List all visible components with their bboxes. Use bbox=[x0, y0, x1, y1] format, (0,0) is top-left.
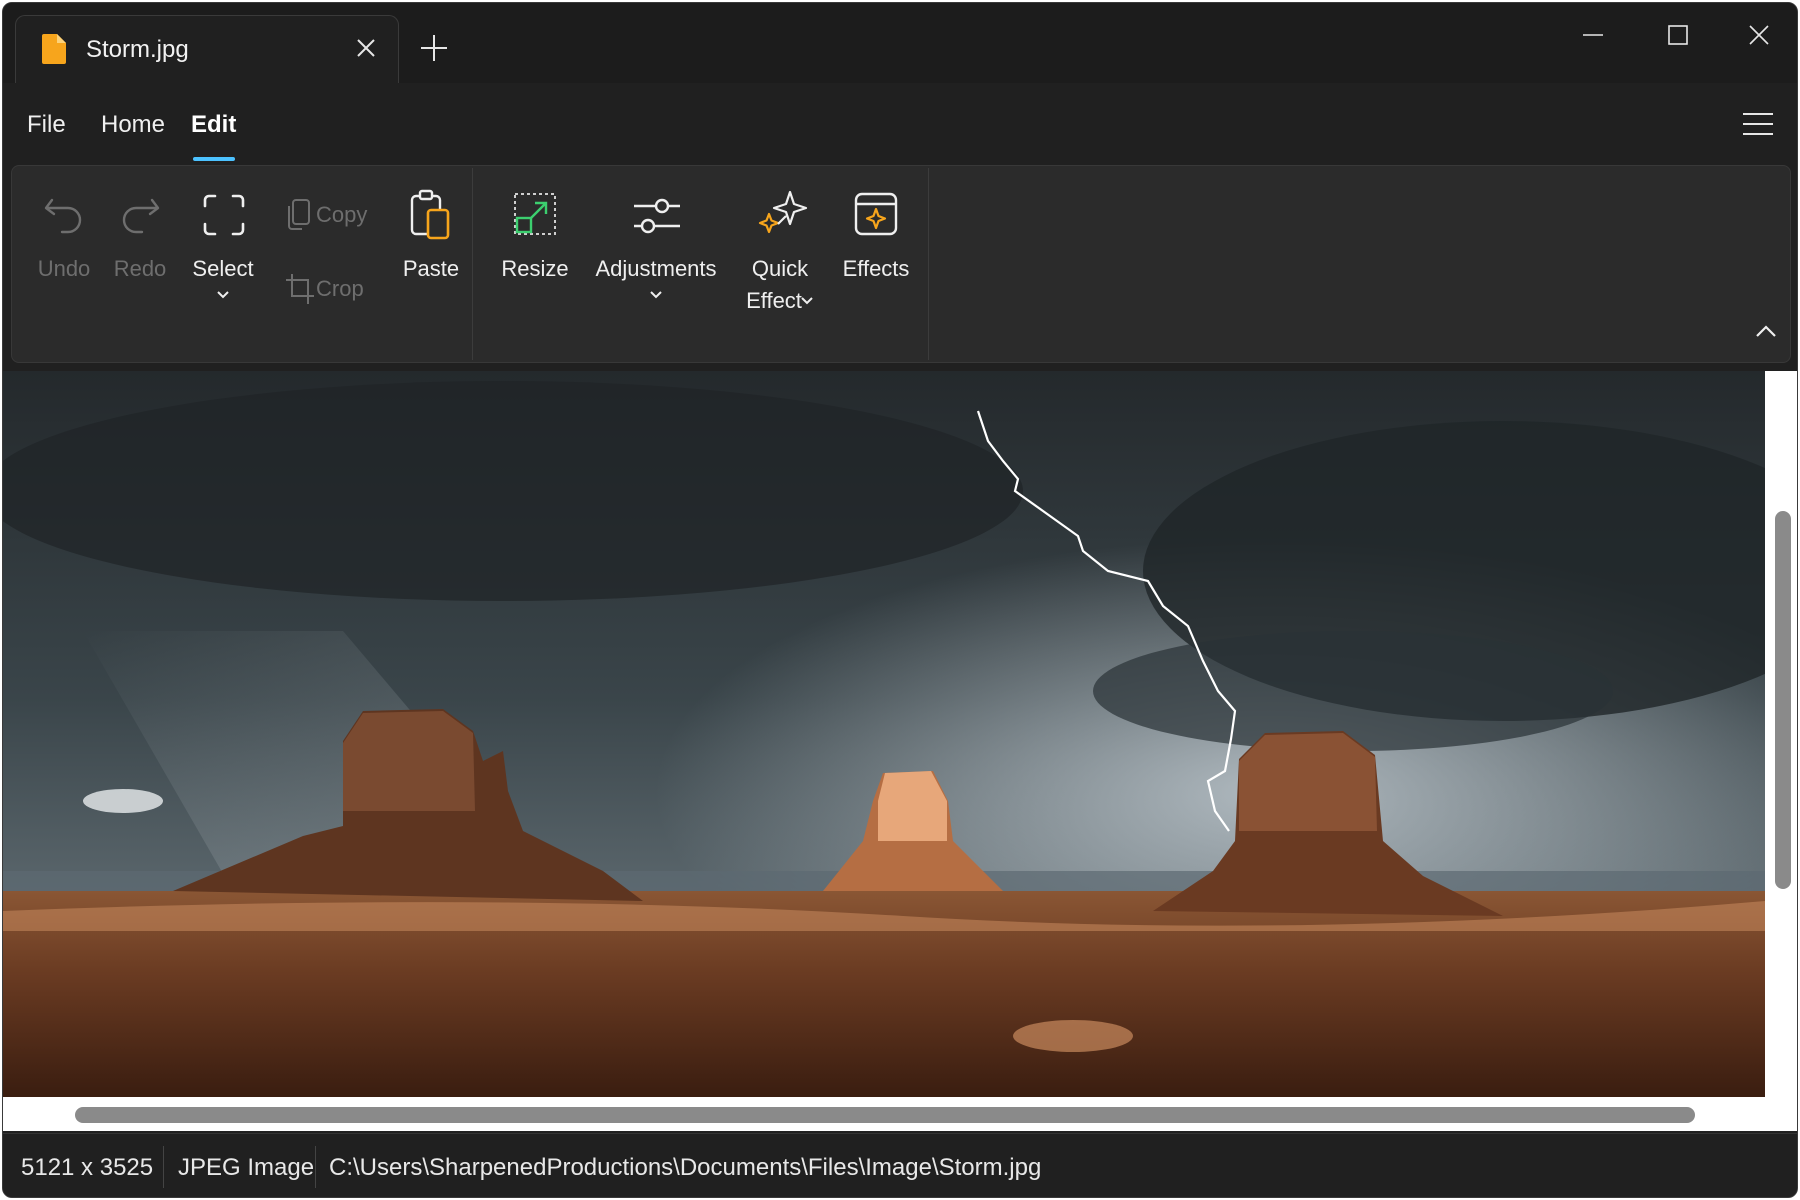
tab-title: Storm.jpg bbox=[86, 36, 189, 63]
menu-home[interactable]: Home bbox=[101, 111, 165, 139]
image-canvas[interactable] bbox=[3, 371, 1765, 1097]
crop-icon bbox=[286, 274, 314, 304]
sparkle-icon bbox=[758, 190, 808, 234]
image-type: JPEG Image bbox=[178, 1154, 315, 1181]
menu-edit[interactable]: Edit bbox=[191, 111, 236, 139]
copy-button[interactable]: Copy bbox=[274, 196, 374, 240]
adjustments-label: Adjustments bbox=[595, 256, 717, 281]
chevron-down-icon bbox=[650, 291, 662, 299]
quick-effect-label-line1: Quick bbox=[751, 256, 809, 281]
storm-landscape-photo bbox=[3, 371, 1765, 1097]
select-frame-icon bbox=[203, 194, 245, 236]
status-separator bbox=[315, 1146, 316, 1188]
chevron-down-icon bbox=[217, 291, 229, 299]
minimize-icon[interactable] bbox=[1563, 13, 1623, 57]
effects-icon bbox=[854, 192, 898, 236]
resize-button[interactable]: Resize bbox=[490, 184, 580, 294]
effects-button[interactable]: Effects bbox=[828, 184, 924, 294]
add-tab-icon[interactable] bbox=[417, 31, 451, 65]
ribbon-separator bbox=[928, 168, 929, 360]
ribbon-separator bbox=[472, 168, 473, 360]
crop-button[interactable]: Crop bbox=[274, 270, 374, 314]
active-menu-indicator bbox=[193, 157, 235, 161]
window-close-icon[interactable] bbox=[1729, 13, 1789, 57]
vertical-scrollbar-thumb[interactable] bbox=[1775, 511, 1791, 889]
select-button[interactable]: Select bbox=[178, 184, 268, 324]
undo-icon bbox=[44, 198, 82, 234]
maximize-icon[interactable] bbox=[1648, 13, 1708, 57]
adjustments-button[interactable]: Adjustments bbox=[580, 184, 732, 324]
redo-label: Redo bbox=[113, 256, 167, 281]
paste-label: Paste bbox=[402, 256, 460, 281]
file-path: C:\Users\SharpenedProductions\Documents\… bbox=[329, 1154, 1042, 1181]
undo-button[interactable]: Undo bbox=[28, 184, 100, 294]
title-bar: Storm.jpg bbox=[3, 3, 1797, 83]
menu-file[interactable]: File bbox=[27, 111, 66, 139]
resize-label: Resize bbox=[501, 256, 569, 281]
copy-label: Copy bbox=[316, 202, 368, 227]
select-label: Select bbox=[192, 256, 254, 281]
effects-label: Effects bbox=[842, 256, 910, 281]
app-window: Storm.jpg File Home Edit Undo Redo Selec… bbox=[2, 2, 1798, 1198]
menu-bar: File Home Edit bbox=[3, 83, 1797, 165]
hamburger-menu-icon[interactable] bbox=[1741, 109, 1775, 139]
chevron-down-icon bbox=[801, 297, 813, 305]
copy-icon bbox=[288, 199, 310, 230]
image-dimensions: 5121 x 3525 bbox=[21, 1154, 154, 1181]
tab-storm[interactable]: Storm.jpg bbox=[15, 15, 399, 83]
sliders-icon bbox=[634, 198, 680, 234]
redo-button[interactable]: Redo bbox=[104, 184, 176, 294]
paste-button[interactable]: Paste bbox=[388, 184, 474, 294]
crop-label: Crop bbox=[316, 276, 364, 301]
horizontal-scrollbar-thumb[interactable] bbox=[75, 1107, 1695, 1123]
file-document-icon bbox=[42, 34, 66, 64]
undo-label: Undo bbox=[37, 256, 91, 281]
quick-effect-button[interactable]: Quick Effect bbox=[732, 184, 828, 324]
status-bar: 5121 x 3525 JPEG Image C:\Users\Sharpene… bbox=[3, 1133, 1797, 1197]
chevron-up-icon[interactable] bbox=[1752, 320, 1780, 344]
paste-icon bbox=[410, 189, 450, 240]
resize-icon bbox=[514, 193, 556, 235]
status-separator bbox=[163, 1146, 164, 1188]
redo-icon bbox=[122, 198, 160, 234]
ribbon-toolbar: Undo Redo Select Copy Crop Paste Resize … bbox=[11, 165, 1791, 363]
close-icon[interactable] bbox=[352, 34, 380, 62]
